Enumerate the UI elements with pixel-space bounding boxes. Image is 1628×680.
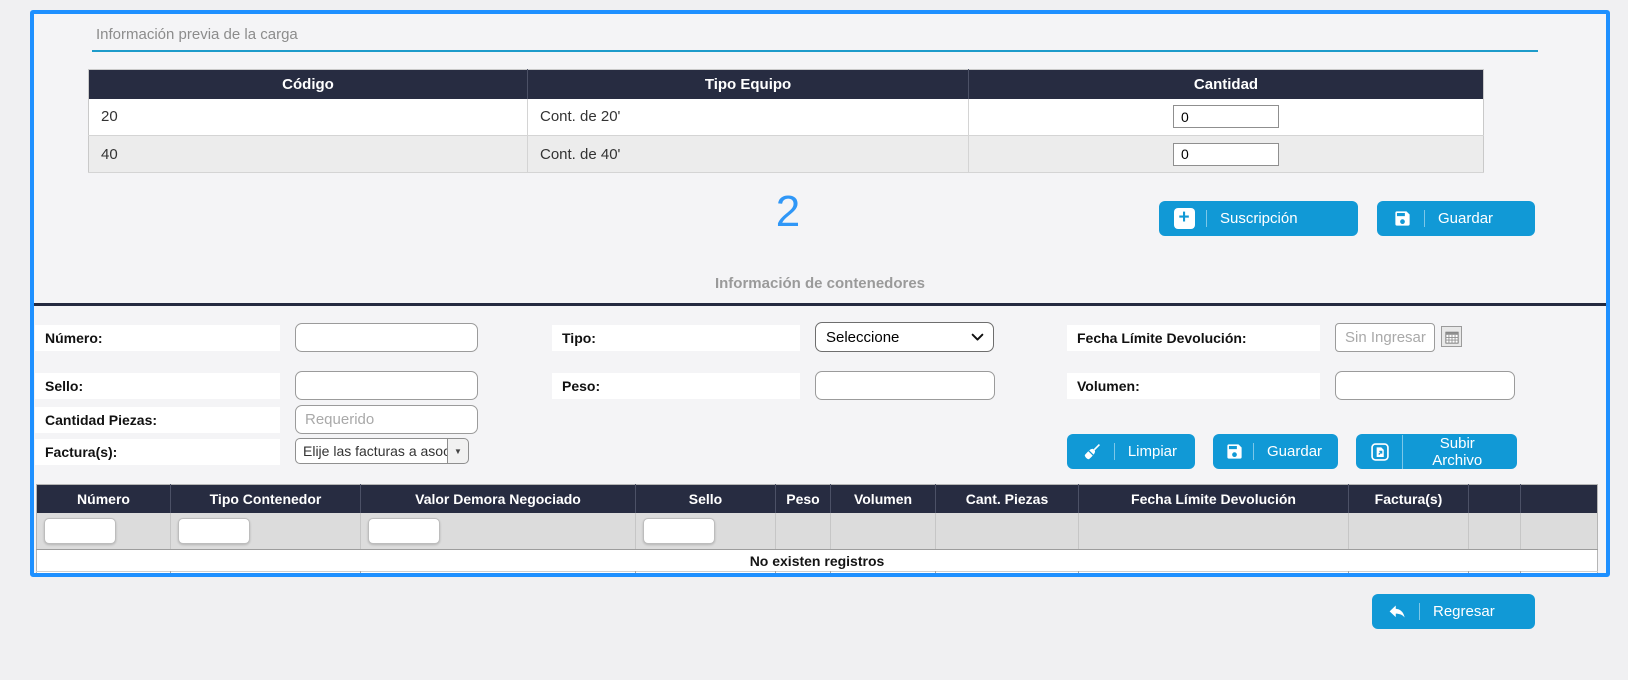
tipo-label: Tipo:: [552, 325, 800, 351]
peso-input[interactable]: [815, 371, 995, 400]
regresar-button[interactable]: Regresar: [1372, 594, 1535, 629]
table-row: 20 Cont. de 20': [89, 99, 1484, 136]
sello-input[interactable]: [295, 371, 478, 400]
file-upload-icon: [1368, 441, 1393, 463]
chevron-down-icon: [971, 329, 984, 346]
contenedores-table: Número Tipo Contenedor Valor Demora Nego…: [36, 484, 1598, 577]
facturas-multiselect[interactable]: ▼: [295, 438, 469, 464]
col-header-blank-2: [1521, 485, 1598, 513]
floppy-save-icon: [1389, 208, 1415, 230]
calendar-icon[interactable]: [1441, 326, 1462, 347]
back-arrow-icon: [1384, 601, 1410, 623]
numero-input[interactable]: [295, 323, 478, 352]
col-header-facturas: Factura(s): [1349, 485, 1469, 513]
floppy-save-icon: [1225, 441, 1244, 463]
filter-valor-demora-input[interactable]: [368, 518, 440, 544]
filter-tipo-contenedor-input[interactable]: [178, 518, 250, 544]
plus-square-icon: +: [1171, 208, 1197, 230]
guardar-contenedor-button[interactable]: Guardar: [1213, 434, 1338, 469]
volumen-input[interactable]: [1335, 371, 1515, 400]
cell-tipo-equipo: Cont. de 40': [528, 136, 969, 173]
cantidad-piezas-label: Cantidad Piezas:: [35, 407, 280, 433]
contenedor-form: Número: Sello: Cantidad Piezas: Factura(…: [34, 306, 1606, 484]
equipos-table: Código Tipo Equipo Cantidad 20 Cont. de …: [88, 69, 1484, 173]
col-header-peso: Peso: [776, 485, 831, 513]
sello-label: Sello:: [35, 373, 280, 399]
col-header-tipo-contenedor: Tipo Contenedor: [171, 485, 361, 513]
col-header-valor-demora: Valor Demora Negociado: [361, 485, 636, 513]
table-filter-row: [37, 513, 1598, 550]
cell-tipo-equipo: Cont. de 20': [528, 99, 969, 136]
section-title-informacion-previa: Información previa de la carga: [92, 26, 1538, 52]
facturas-label: Factura(s):: [35, 439, 280, 465]
fecha-limite-input[interactable]: [1335, 323, 1435, 352]
filter-numero-input[interactable]: [44, 518, 116, 544]
clipped-row: [37, 572, 1598, 578]
col-header-fecha-limite: Fecha Límite Devolución: [1079, 485, 1349, 513]
col-header-cantidad: Cantidad: [969, 70, 1484, 99]
col-header-tipo-equipo: Tipo Equipo: [528, 70, 969, 99]
tipo-selected-value: Seleccione: [826, 329, 899, 346]
cantidad-input-40[interactable]: [1173, 143, 1279, 166]
section-title-informacion-contenedores: Información de contenedores: [34, 275, 1606, 292]
cantidad-piezas-input[interactable]: [295, 405, 478, 434]
col-header-blank-1: [1469, 485, 1521, 513]
col-header-codigo: Código: [89, 70, 528, 99]
limpiar-button[interactable]: Limpiar: [1067, 434, 1195, 469]
table-header-row: Número Tipo Contenedor Valor Demora Nego…: [37, 485, 1598, 513]
cell-codigo: 40: [89, 136, 528, 173]
subir-archivo-button[interactable]: Subir Archivo: [1356, 434, 1517, 469]
dropdown-arrow-icon[interactable]: ▼: [447, 438, 469, 464]
table-header-row: Código Tipo Equipo Cantidad: [89, 70, 1484, 99]
tipo-select[interactable]: Seleccione: [815, 322, 994, 352]
volumen-label: Volumen:: [1067, 373, 1320, 399]
broom-icon: [1079, 441, 1105, 463]
facturas-value[interactable]: [295, 438, 447, 464]
empty-message: No existen registros: [37, 550, 1598, 572]
filter-sello-input[interactable]: [643, 518, 715, 544]
numero-label: Número:: [35, 325, 280, 351]
cantidad-input-20[interactable]: [1173, 105, 1279, 128]
col-header-numero: Número: [37, 485, 171, 513]
peso-label: Peso:: [552, 373, 800, 399]
col-header-cant-piezas: Cant. Piezas: [936, 485, 1079, 513]
cell-codigo: 20: [89, 99, 528, 136]
col-header-sello: Sello: [636, 485, 776, 513]
guardar-previa-button[interactable]: Guardar: [1377, 201, 1535, 236]
table-row: 40 Cont. de 40': [89, 136, 1484, 173]
empty-message-row: No existen registros: [37, 550, 1598, 572]
suscripcion-button[interactable]: + Suscripción: [1159, 201, 1358, 236]
wizard-step-panel: Información previa de la carga Código Ti…: [30, 10, 1610, 577]
fecha-limite-label: Fecha Límite Devolución:: [1067, 325, 1320, 351]
col-header-volumen: Volumen: [831, 485, 936, 513]
